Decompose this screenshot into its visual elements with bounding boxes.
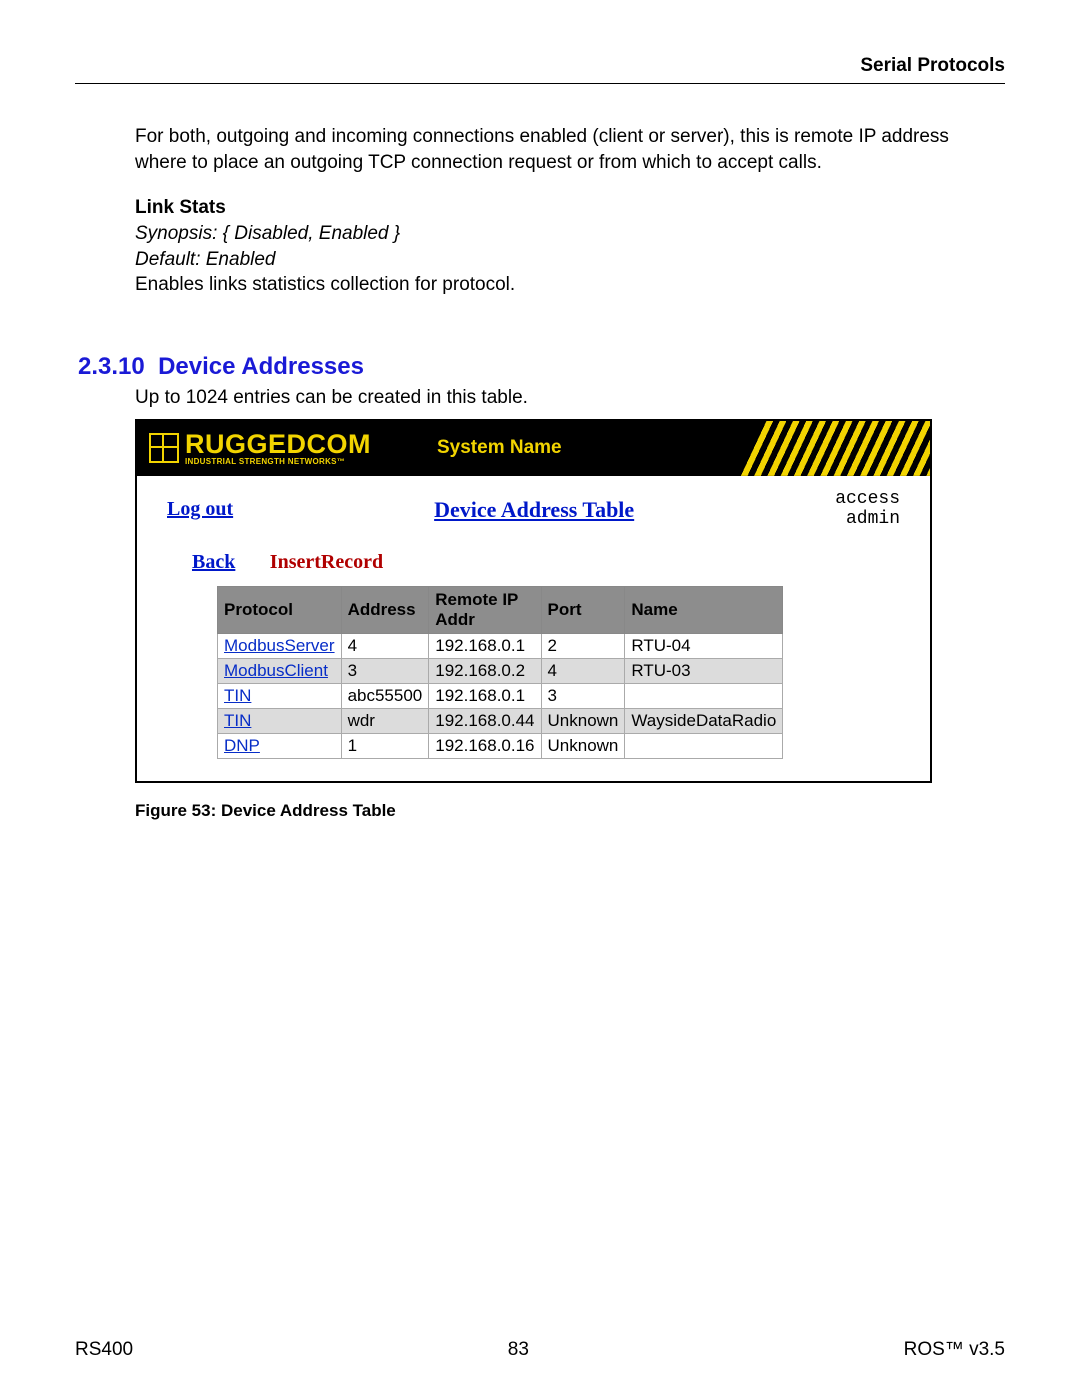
col-address: Address: [341, 587, 429, 634]
table-row[interactable]: ModbusClient 3 192.168.0.2 4 RTU-03: [218, 659, 783, 684]
cell-remote: 192.168.0.2: [429, 659, 541, 684]
cell-name: [625, 684, 783, 709]
back-link[interactable]: Back: [192, 551, 235, 573]
col-port: Port: [541, 587, 625, 634]
device-address-table: Protocol Address Remote IPAddr Port Name…: [217, 586, 783, 759]
hatch-decoration: [740, 421, 930, 476]
cell-port: Unknown: [541, 734, 625, 759]
app-page-title: Device Address Table: [434, 497, 634, 523]
table-row[interactable]: DNP 1 192.168.0.16 Unknown: [218, 734, 783, 759]
page-header: Serial Protocols: [75, 55, 1005, 84]
linkstats-desc: Enables links statistics collection for …: [135, 274, 515, 295]
app-screenshot: RUGGEDCOM INDUSTRIAL STRENGTH NETWORKS™ …: [135, 419, 932, 784]
linkstats-default: Default: Enabled: [135, 249, 276, 270]
cell-address: abc55500: [341, 684, 429, 709]
protocol-link[interactable]: ModbusClient: [224, 661, 328, 680]
cell-remote: 192.168.0.1: [429, 634, 541, 659]
cell-address: 4: [341, 634, 429, 659]
app-header-bar: RUGGEDCOM INDUSTRIAL STRENGTH NETWORKS™ …: [137, 421, 930, 476]
linkstats-block: Link Stats Synopsis: { Disabled, Enabled…: [135, 195, 1005, 298]
cell-remote: 192.168.0.44: [429, 709, 541, 734]
access-level: access admin: [835, 490, 900, 530]
logo-icon: [149, 433, 179, 463]
cell-address: 3: [341, 659, 429, 684]
protocol-link[interactable]: DNP: [224, 736, 260, 755]
cell-name: WaysideDataRadio: [625, 709, 783, 734]
table-row[interactable]: TIN wdr 192.168.0.44 Unknown WaysideData…: [218, 709, 783, 734]
footer-left: RS400: [75, 1339, 133, 1361]
cell-remote: 192.168.0.1: [429, 684, 541, 709]
table-row[interactable]: ModbusServer 4 192.168.0.1 2 RTU-04: [218, 634, 783, 659]
cell-address: 1: [341, 734, 429, 759]
cell-port: 3: [541, 684, 625, 709]
access-line2: admin: [846, 509, 900, 529]
logout-link[interactable]: Log out: [167, 498, 233, 521]
linkstats-synopsis: Synopsis: { Disabled, Enabled }: [135, 223, 400, 244]
cell-port: Unknown: [541, 709, 625, 734]
col-name: Name: [625, 587, 783, 634]
protocol-link[interactable]: ModbusServer: [224, 636, 335, 655]
cell-remote: 192.168.0.16: [429, 734, 541, 759]
col-remote-ip: Remote IPAddr: [429, 587, 541, 634]
cell-port: 2: [541, 634, 625, 659]
cell-name: RTU-03: [625, 659, 783, 684]
footer-center: 83: [508, 1339, 529, 1361]
footer-right: ROS™ v3.5: [904, 1339, 1005, 1361]
protocol-link[interactable]: TIN: [224, 686, 251, 705]
app-subheader: Log out Device Address Table access admi…: [137, 476, 930, 538]
section-number: 2.3.10: [78, 353, 145, 380]
cell-name: [625, 734, 783, 759]
section-heading: 2.3.10 Device Addresses: [75, 353, 1005, 381]
access-line1: access: [835, 489, 900, 509]
cell-port: 4: [541, 659, 625, 684]
cell-address: wdr: [341, 709, 429, 734]
col-protocol: Protocol: [218, 587, 342, 634]
cell-name: RTU-04: [625, 634, 783, 659]
intro-paragraph: For both, outgoing and incoming connecti…: [135, 124, 1005, 175]
protocol-link[interactable]: TIN: [224, 711, 251, 730]
nav-row: Back InsertRecord: [137, 537, 930, 580]
logo: RUGGEDCOM INDUSTRIAL STRENGTH NETWORKS™: [137, 431, 371, 466]
section-title: Device Addresses: [158, 353, 364, 380]
linkstats-heading: Link Stats: [135, 197, 226, 218]
header-title: Serial Protocols: [860, 55, 1005, 76]
logo-text: RUGGEDCOM: [185, 431, 371, 458]
insert-record[interactable]: InsertRecord: [270, 551, 383, 573]
system-name: System Name: [437, 437, 562, 459]
page-footer: RS400 83 ROS™ v3.5: [75, 1339, 1005, 1361]
figure-caption: Figure 53: Device Address Table: [135, 801, 1005, 821]
table-header-row: Protocol Address Remote IPAddr Port Name: [218, 587, 783, 634]
section-intro: Up to 1024 entries can be created in thi…: [75, 387, 1005, 409]
table-row[interactable]: TIN abc55500 192.168.0.1 3: [218, 684, 783, 709]
logo-subtext: INDUSTRIAL STRENGTH NETWORKS™: [185, 458, 371, 466]
